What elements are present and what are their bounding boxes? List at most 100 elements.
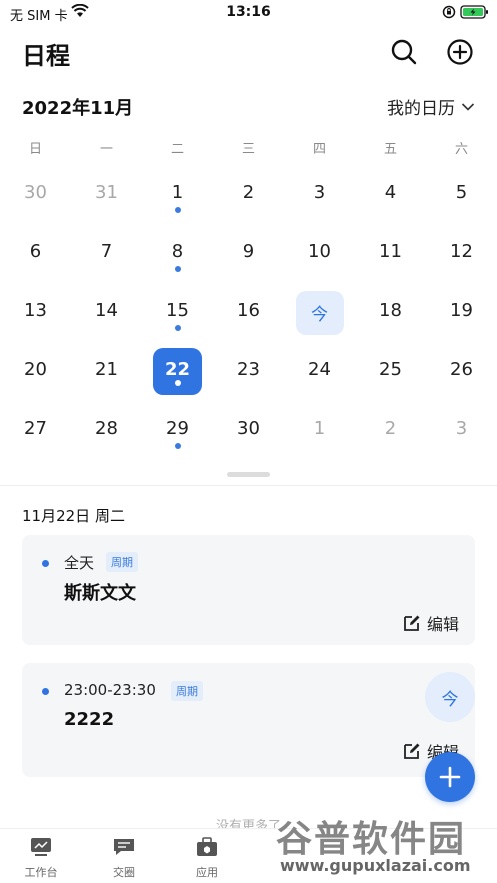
day-number: 26 xyxy=(450,359,473,380)
calendar-day[interactable]: 20 xyxy=(0,342,71,401)
month-label[interactable]: 2022年11月 xyxy=(22,94,133,120)
event-indicator-dot xyxy=(175,443,181,449)
calendar-day[interactable]: 13 xyxy=(0,283,71,342)
search-icon[interactable] xyxy=(390,38,418,66)
day-number: 31 xyxy=(95,182,118,203)
day-number: 1 xyxy=(313,418,326,439)
event-time: 全天 xyxy=(64,554,95,572)
weekday-label: 日 xyxy=(28,142,42,157)
calendar-day[interactable]: 1 xyxy=(284,401,355,460)
calendar-day[interactable]: 30 xyxy=(0,165,71,224)
day-number: 3 xyxy=(313,182,326,203)
day-number: 18 xyxy=(379,300,402,321)
event-bullet xyxy=(42,688,49,695)
tab-label: 交圈 xyxy=(113,866,135,879)
calendar-day[interactable]: 19 xyxy=(426,283,497,342)
month-row: 2022年11月 我的日历 xyxy=(0,92,497,120)
calendar-day[interactable]: 18 xyxy=(355,283,426,342)
calendar-day[interactable]: 29 xyxy=(142,401,213,460)
calendar-day[interactable]: 31 xyxy=(71,165,142,224)
status-bar: 无 SIM 卡 13:16 xyxy=(0,0,497,26)
event-indicator-dot xyxy=(175,380,181,386)
day-number: 13 xyxy=(24,300,47,321)
event-card[interactable]: 全天 周期 斯斯文文 编辑 xyxy=(22,535,475,645)
event-time: 23:00-23:30 xyxy=(64,681,156,699)
chat-icon xyxy=(114,839,134,855)
calendar-day[interactable]: 4 xyxy=(355,165,426,224)
calendar-day[interactable]: 16 xyxy=(213,283,284,342)
plus-icon xyxy=(439,766,461,788)
floating-add-button[interactable] xyxy=(425,752,475,802)
calendar-day[interactable]: 10 xyxy=(284,224,355,283)
calendar-week-row: 27 28 29 30 1 2 3 xyxy=(0,401,497,460)
calendar-day[interactable]: 6 xyxy=(0,224,71,283)
day-number: 11 xyxy=(379,241,402,262)
calendar-day[interactable]: 2 xyxy=(355,401,426,460)
tab-workbench[interactable]: 工作台 xyxy=(11,837,71,880)
chevron-down-icon xyxy=(461,102,475,111)
day-number: 24 xyxy=(308,359,331,380)
weekday-header: 日 一 二 三 四 五 六 xyxy=(0,138,497,160)
watermark-title: 谷普软件园 xyxy=(276,819,467,860)
calendar-day[interactable]: 2 xyxy=(213,165,284,224)
weekday-label: 一 xyxy=(99,142,113,157)
weekday-label: 六 xyxy=(454,142,468,157)
day-number: 4 xyxy=(384,182,397,203)
day-number: 29 xyxy=(166,418,189,439)
tab-chat[interactable]: 交圈 xyxy=(94,837,154,880)
day-number: 2 xyxy=(384,418,397,439)
calendar-day[interactable]: 8 xyxy=(142,224,213,283)
event-title: 斯斯文文 xyxy=(64,583,136,604)
calendar-day[interactable]: 12 xyxy=(426,224,497,283)
calendar-day[interactable]: 14 xyxy=(71,283,142,342)
tab-apps[interactable]: 应用 xyxy=(177,837,237,880)
calendar-day-today[interactable]: 今 xyxy=(284,283,355,342)
calendar-grid: 30 31 1 2 3 4 5 6 7 8 9 10 11 12 13 14 15 16 今 18 19 20 21 22 23… xyxy=(0,165,497,460)
day-number: 3 xyxy=(455,418,468,439)
calendar-day[interactable]: 1 xyxy=(142,165,213,224)
add-event-icon[interactable] xyxy=(446,38,474,66)
calendar-day[interactable]: 23 xyxy=(213,342,284,401)
day-number: 30 xyxy=(24,182,47,203)
jump-to-today-button[interactable]: 今 xyxy=(425,672,475,722)
day-number: 27 xyxy=(24,418,47,439)
calendar-day[interactable]: 3 xyxy=(284,165,355,224)
calendar-week-row: 20 21 22 23 24 25 26 xyxy=(0,342,497,401)
day-number: 28 xyxy=(95,418,118,439)
calendar-day[interactable]: 11 xyxy=(355,224,426,283)
edit-icon xyxy=(404,615,420,631)
calendar-day[interactable]: 9 xyxy=(213,224,284,283)
drag-handle[interactable] xyxy=(227,472,270,477)
event-card[interactable]: 23:00-23:30 周期 2222 编辑 xyxy=(22,663,475,777)
calendar-selector[interactable]: 我的日历 xyxy=(387,94,475,119)
calendar-day[interactable]: 5 xyxy=(426,165,497,224)
calendar-day[interactable]: 30 xyxy=(213,401,284,460)
selected-day-label: 11月22日 周二 xyxy=(22,507,125,525)
tab-label: 应用 xyxy=(196,866,218,879)
edit-icon xyxy=(404,743,420,759)
calendar-day[interactable]: 26 xyxy=(426,342,497,401)
weekday-label: 二 xyxy=(170,142,184,157)
day-number: 5 xyxy=(455,182,468,203)
calendar-week-row: 13 14 15 16 今 18 19 xyxy=(0,283,497,342)
calendar-day[interactable]: 7 xyxy=(71,224,142,283)
day-number: 22 xyxy=(164,359,191,380)
day-number: 2 xyxy=(242,182,255,203)
day-number: 25 xyxy=(379,359,402,380)
calendar-day[interactable]: 24 xyxy=(284,342,355,401)
recurring-tag: 周期 xyxy=(106,552,138,572)
calendar-day-selected[interactable]: 22 xyxy=(142,342,213,401)
page-title: 日程 xyxy=(22,42,70,70)
app-header: 日程 xyxy=(0,28,497,74)
calendar-day[interactable]: 28 xyxy=(71,401,142,460)
event-indicator-dot xyxy=(175,266,181,272)
calendar-day[interactable]: 3 xyxy=(426,401,497,460)
calendar-day[interactable]: 27 xyxy=(0,401,71,460)
calendar-day[interactable]: 25 xyxy=(355,342,426,401)
calendar-day[interactable]: 21 xyxy=(71,342,142,401)
calendar-day[interactable]: 15 xyxy=(142,283,213,342)
day-number: 19 xyxy=(450,300,473,321)
edit-button[interactable]: 编辑 xyxy=(403,611,459,635)
weekday-label: 四 xyxy=(312,142,326,157)
day-number: 1 xyxy=(171,182,184,203)
